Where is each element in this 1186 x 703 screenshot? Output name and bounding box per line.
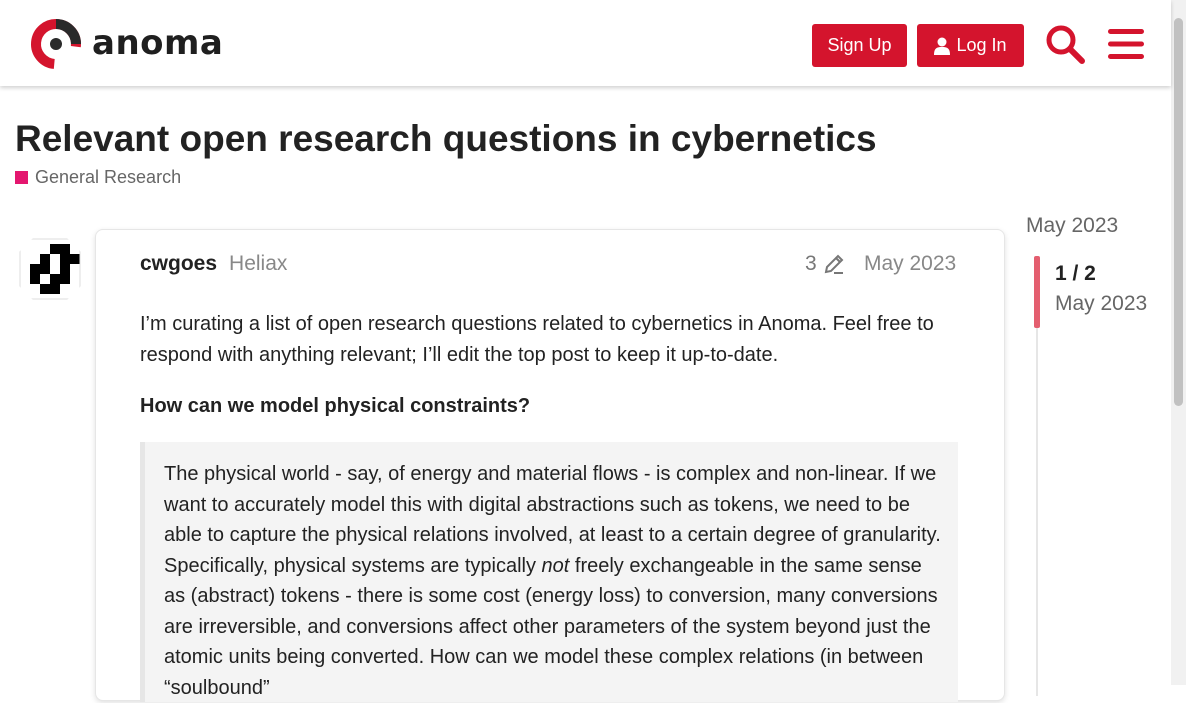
category-label: General Research xyxy=(35,167,182,187)
hamburger-menu-icon xyxy=(1108,29,1144,59)
signup-button[interactable]: Sign Up xyxy=(812,24,907,67)
menu-button[interactable] xyxy=(1104,22,1148,66)
quote-emphasis: not xyxy=(541,554,570,577)
post-heading: How can we model physical constraints? xyxy=(140,395,531,417)
user-flair: Heliax xyxy=(229,252,288,275)
identicon-avatar-icon xyxy=(15,234,85,304)
page-scrollbar[interactable] xyxy=(1171,0,1186,685)
user-icon xyxy=(934,37,951,55)
category-color-swatch xyxy=(15,171,28,184)
scrollbar-thumb[interactable] xyxy=(1174,18,1183,406)
edit-history-button[interactable]: 3 xyxy=(805,252,845,276)
site-header: anoma Sign Up Log In xyxy=(0,0,1171,86)
search-icon xyxy=(1046,25,1085,64)
post-author: cwgoes Heliax xyxy=(140,252,287,276)
timeline-current-date: May 2023 xyxy=(1055,292,1148,315)
category-badge[interactable]: General Research xyxy=(15,167,181,188)
pencil-icon xyxy=(824,254,844,274)
post-paragraph: I’m curating a list of open research que… xyxy=(140,313,934,366)
anoma-logo-icon xyxy=(31,19,81,69)
timeline-position: 1 / 2 xyxy=(1055,262,1096,285)
topic-title[interactable]: Relevant open research questions in cybe… xyxy=(15,118,877,160)
edit-count: 3 xyxy=(805,252,817,275)
login-label: Log In xyxy=(956,35,1007,55)
timeline-scroller-handle[interactable] xyxy=(1034,256,1040,328)
search-button[interactable] xyxy=(1043,22,1087,66)
login-button[interactable]: Log In xyxy=(917,24,1024,67)
site-logo[interactable]: anoma xyxy=(30,18,223,70)
timeline-start-date[interactable]: May 2023 xyxy=(1026,214,1118,238)
logo-wordmark: anoma xyxy=(92,23,224,63)
username-link[interactable]: cwgoes xyxy=(140,252,217,276)
blockquote: The physical world - say, of energy and … xyxy=(140,442,958,702)
post-date[interactable]: May 2023 xyxy=(864,252,956,276)
user-avatar[interactable] xyxy=(15,234,85,304)
